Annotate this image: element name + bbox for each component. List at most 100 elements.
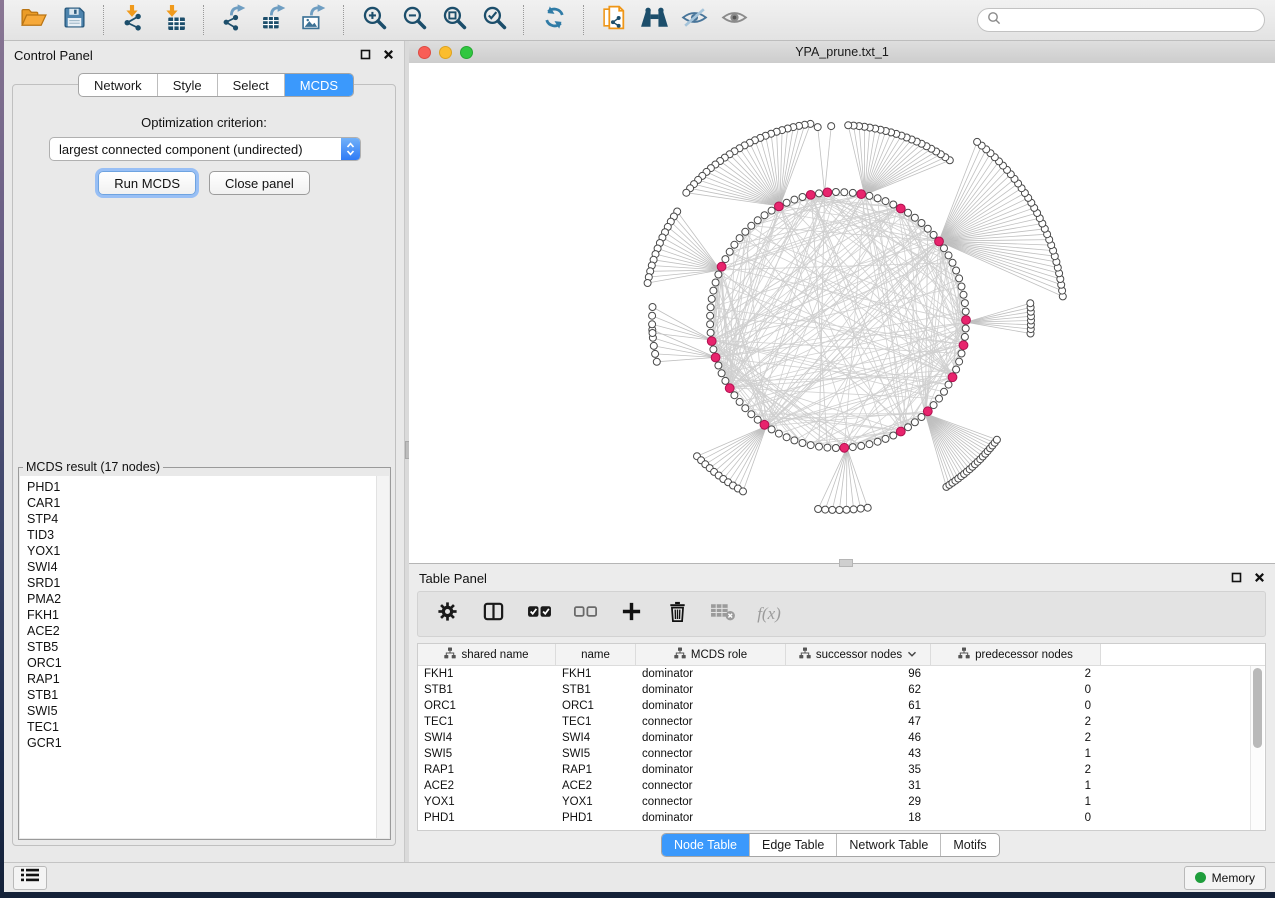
mcds-result-item[interactable]: SWI5 <box>27 703 389 719</box>
mcds-result-item[interactable]: FKH1 <box>27 607 389 623</box>
table-cell: SWI5 <box>418 748 556 760</box>
table-cell: 47 <box>786 716 931 728</box>
refresh-button[interactable] <box>538 4 570 36</box>
column-label: shared name <box>461 649 528 661</box>
zoom-selected-button[interactable] <box>478 4 510 36</box>
tab-mcds[interactable]: MCDS <box>284 74 353 96</box>
zoom-fit-icon <box>441 4 468 36</box>
memory-button[interactable]: Memory <box>1184 866 1266 890</box>
task-history-button[interactable] <box>13 866 47 890</box>
table-row[interactable]: TEC1TEC1connector472 <box>418 714 1265 730</box>
window-close-button[interactable] <box>418 46 431 59</box>
close-panel-button[interactable]: Close panel <box>209 171 310 195</box>
search-network-button[interactable] <box>638 4 670 36</box>
network-canvas[interactable] <box>409 63 1275 563</box>
network-graph[interactable] <box>409 63 1275 563</box>
unselect-all-button[interactable] <box>572 601 598 627</box>
zoom-in-button[interactable] <box>358 4 390 36</box>
mcds-result-item[interactable]: YOX1 <box>27 543 389 559</box>
export-image-button[interactable] <box>298 4 330 36</box>
tab-style[interactable]: Style <box>157 74 217 96</box>
zoom-fit-button[interactable] <box>438 4 470 36</box>
tab-network-table[interactable]: Network Table <box>836 834 940 856</box>
mcds-result-item[interactable]: CAR1 <box>27 495 389 511</box>
column-header-MCDS-role[interactable]: MCDS role <box>636 644 786 665</box>
float-panel-icon[interactable] <box>360 48 371 63</box>
main-toolbar <box>4 0 1275 41</box>
window-minimize-button[interactable] <box>439 46 452 59</box>
memory-label: Memory <box>1212 871 1255 885</box>
table-row[interactable]: ORC1ORC1dominator610 <box>418 698 1265 714</box>
zoom-out-button[interactable] <box>398 4 430 36</box>
table-cell: ORC1 <box>418 700 556 712</box>
show-all-button[interactable] <box>718 4 750 36</box>
mcds-result-item[interactable]: STP4 <box>27 511 389 527</box>
table-row[interactable]: YOX1YOX1connector291 <box>418 794 1265 810</box>
horizontal-splitter-handle[interactable] <box>839 559 853 567</box>
import-network-button[interactable] <box>118 4 150 36</box>
table-cell: 1 <box>931 796 1101 808</box>
table-row[interactable]: SWI5SWI5connector431 <box>418 746 1265 762</box>
window-maximize-button[interactable] <box>460 46 473 59</box>
status-bar: Memory <box>4 862 1275 892</box>
mcds-result-item[interactable]: STB1 <box>27 687 389 703</box>
column-header-successor-nodes[interactable]: successor nodes <box>786 644 931 665</box>
mcds-result-item[interactable]: RAP1 <box>27 671 389 687</box>
tab-network[interactable]: Network <box>79 74 157 96</box>
network-from-selection-button[interactable] <box>598 4 630 36</box>
mcds-result-item[interactable]: STB5 <box>27 639 389 655</box>
network-window-titlebar[interactable]: YPA_prune.txt_1 <box>409 41 1275 64</box>
mcds-result-item[interactable]: ACE2 <box>27 623 389 639</box>
mcds-result-item[interactable]: TEC1 <box>27 719 389 735</box>
float-table-panel-icon[interactable] <box>1231 571 1242 586</box>
table-cell: ACE2 <box>418 780 556 792</box>
settings-gear-button[interactable] <box>434 601 460 627</box>
table-scrollbar-thumb[interactable] <box>1253 668 1262 748</box>
table-row[interactable]: SWI4SWI4dominator462 <box>418 730 1265 746</box>
tab-motifs[interactable]: Motifs <box>940 834 998 856</box>
tab-select[interactable]: Select <box>217 74 284 96</box>
delete-row-button[interactable] <box>664 601 690 627</box>
table-scrollbar[interactable] <box>1250 666 1264 830</box>
tab-node-table[interactable]: Node Table <box>662 834 749 856</box>
mcds-result-item[interactable]: PMA2 <box>27 591 389 607</box>
save-session-button[interactable] <box>58 4 90 36</box>
column-header-shared-name[interactable]: shared name <box>418 644 556 665</box>
mcds-list-scrollbar[interactable] <box>376 476 389 838</box>
mcds-result-item[interactable]: SWI4 <box>27 559 389 575</box>
table-row[interactable]: RAP1RAP1dominator352 <box>418 762 1265 778</box>
mcds-result-item[interactable]: SRD1 <box>27 575 389 591</box>
toolbar-search-input[interactable] <box>1006 12 1255 28</box>
delete-table-button <box>710 601 736 627</box>
mcds-result-item[interactable]: TID3 <box>27 527 389 543</box>
column-header-predecessor-nodes[interactable]: predecessor nodes <box>931 644 1101 665</box>
mcds-result-item[interactable]: ORC1 <box>27 655 389 671</box>
table-row[interactable]: FKH1FKH1dominator962 <box>418 666 1265 682</box>
table-row[interactable]: ACE2ACE2connector311 <box>418 778 1265 794</box>
open-file-button[interactable] <box>18 4 50 36</box>
table-cell: connector <box>636 796 786 808</box>
column-header-name[interactable]: name <box>556 644 636 665</box>
table-cell: 43 <box>786 748 931 760</box>
add-row-button[interactable] <box>618 601 644 627</box>
import-table-button[interactable] <box>158 4 190 36</box>
run-mcds-button[interactable]: Run MCDS <box>98 171 196 195</box>
table-panel-header: Table Panel <box>409 564 1275 592</box>
mcds-result-item[interactable]: PHD1 <box>27 479 389 495</box>
hide-selected-button[interactable] <box>678 4 710 36</box>
split-panel-button[interactable] <box>480 601 506 627</box>
export-network-button[interactable] <box>218 4 250 36</box>
export-table-button[interactable] <box>258 4 290 36</box>
save-session-icon <box>62 5 87 35</box>
table-row[interactable]: PHD1PHD1dominator180 <box>418 810 1265 826</box>
optimization-criterion-select[interactable]: largest connected component (undirected) <box>49 137 361 161</box>
toolbar-search[interactable] <box>977 8 1265 32</box>
select-all-button[interactable] <box>526 601 552 627</box>
function-builder-button: f(x) <box>756 601 782 627</box>
close-panel-icon[interactable] <box>383 48 394 63</box>
mcds-result-item[interactable]: GCR1 <box>27 735 389 751</box>
table-cell: 1 <box>931 780 1101 792</box>
table-row[interactable]: STB1STB1dominator620 <box>418 682 1265 698</box>
tab-edge-table[interactable]: Edge Table <box>749 834 836 856</box>
close-table-panel-icon[interactable] <box>1254 571 1265 586</box>
